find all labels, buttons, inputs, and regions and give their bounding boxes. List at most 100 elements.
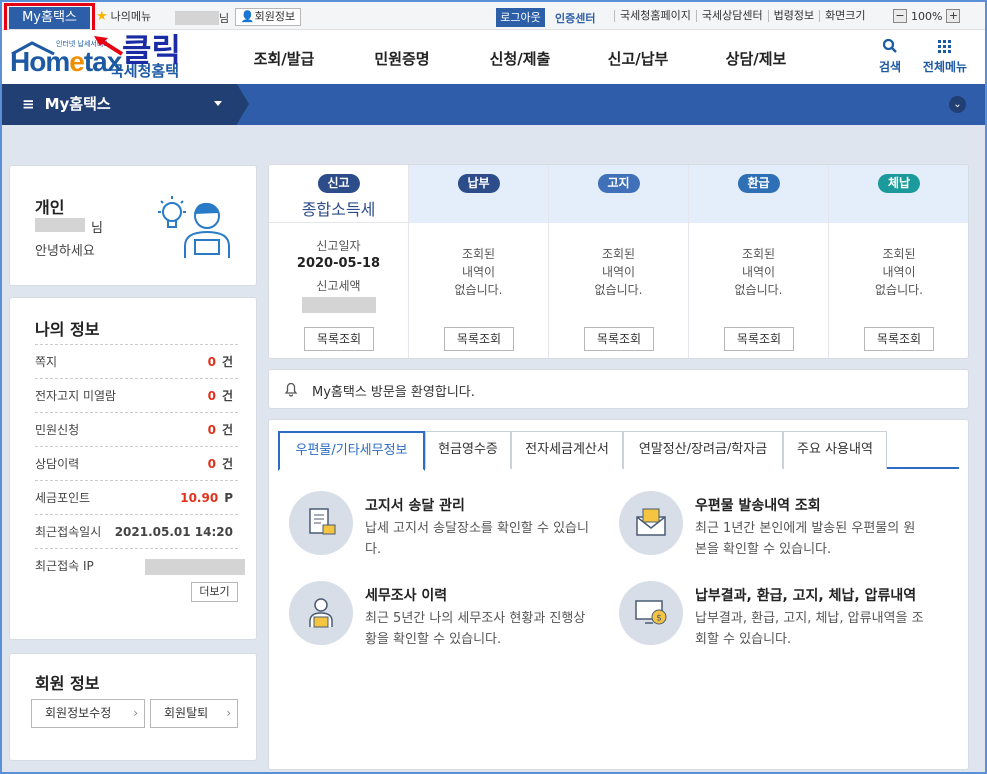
my-menu-link[interactable]: ★ 나의메뉴 <box>96 9 151 25</box>
badge-arrears: 체납 <box>877 174 921 193</box>
svg-text:$: $ <box>656 614 662 624</box>
bar-arrow-decoration <box>237 84 249 124</box>
list-button-payment[interactable]: 목록조회 <box>444 327 514 351</box>
star-icon: ★ <box>96 9 108 24</box>
profile-card: 개인 님 안녕하세요 <box>9 165 257 286</box>
withdraw-button[interactable]: 회원탈퇴 › <box>150 699 238 728</box>
nav-item-application[interactable]: 신청/제출 <box>461 30 579 84</box>
zoom-control: − 100% + <box>893 9 961 23</box>
info-row-last-login: 최근접속일시 2021.05.01 14:20 <box>35 514 238 548</box>
grid-icon <box>918 38 972 58</box>
list-button-notice[interactable]: 목록조회 <box>584 327 654 351</box>
member-type: 개인 <box>35 198 65 217</box>
service-title: 세무조사 이력 <box>365 588 448 604</box>
ip-redacted <box>145 559 245 575</box>
member-info-label: 회원정보 <box>254 10 296 23</box>
tab-cash-receipt[interactable]: 현금영수증 <box>425 431 511 469</box>
zoom-out-button[interactable]: − <box>893 9 907 23</box>
badge-payment: 납부 <box>457 174 500 193</box>
utility-links: 국세청홈페이지 국세상담센터 법령정보 화면크기 <box>614 10 871 22</box>
my-info-card: 나의 정보 쪽지 0 건 전자고지 미열람 0 건 민원신청 0 건 상담이력 0 건 세금포인… <box>9 297 257 640</box>
greeting: 안녕하세요 <box>35 244 95 259</box>
person-icon: 👤 <box>240 10 255 23</box>
service-title: 납부결과, 환급, 고지, 체납, 압류내역 <box>695 588 917 604</box>
list-button-refund[interactable]: 목록조회 <box>724 327 794 351</box>
filing-amount-label: 신고세액 <box>316 279 361 293</box>
name-suffix: 님 <box>91 221 103 236</box>
info-row-civil-request[interactable]: 민원신청 0 건 <box>35 412 238 446</box>
chevron-right-icon: › <box>133 706 138 720</box>
status-col-arrears: 체납 조회된 내역이 없습니다. 목록조회 <box>829 165 968 358</box>
search-label: 검색 <box>878 60 902 74</box>
status-col-filing: 신고 종합소득세 신고일자 2020-05-18 신고세액 목록조회 <box>269 165 409 358</box>
service-tabs: 우편물/기타세무정보 현금영수증 전자세금계산서 연말정산/장려금/학자금 주요… <box>278 431 959 471</box>
service-title: 우편물 발송내역 조회 <box>695 498 821 514</box>
link-law-info[interactable]: 법령정보 <box>767 10 819 22</box>
all-menu-button[interactable]: 전체메뉴 <box>918 38 972 75</box>
more-button[interactable]: 더보기 <box>191 582 238 602</box>
info-row-last-ip: 최근접속 IP <box>35 548 245 582</box>
chevron-right-icon: › <box>226 706 231 720</box>
utility-bar: My홈택스 ★ 나의메뉴 님 👤회원정보 로그아웃 인증센터 국세청홈페이지 국세… <box>0 0 987 33</box>
click-annotation: 클릭 <box>122 31 181 69</box>
zoom-in-button[interactable]: + <box>946 9 961 23</box>
document-icon <box>289 491 353 555</box>
nav-item-filing[interactable]: 신고/납부 <box>579 30 697 84</box>
badge-filing: 신고 <box>317 174 360 193</box>
nav-item-consult[interactable]: 상담/제보 <box>697 30 815 84</box>
site-header: 인터넷 납세서비스 Hometax 국세청홈택스 조회/발급 민원증명 신청/제… <box>0 30 987 101</box>
link-consult-center[interactable]: 국세상담센터 <box>695 10 768 22</box>
member-info-title: 회원 정보 <box>35 674 100 693</box>
info-row-message[interactable]: 쪽지 0 건 <box>35 344 238 378</box>
list-button-filing[interactable]: 목록조회 <box>304 327 374 351</box>
my-info-title: 나의 정보 <box>35 320 100 339</box>
tab-mail-tax-info[interactable]: 우편물/기타세무정보 <box>278 431 425 471</box>
list-button-arrears[interactable]: 목록조회 <box>864 327 934 351</box>
all-menu-label: 전체메뉴 <box>922 60 968 74</box>
filing-date: 2020-05-18 <box>296 256 381 271</box>
my-hometax-menu-button[interactable]: ≡ My홈택스 <box>0 84 237 125</box>
nav-item-inquiry[interactable]: 조회/발급 <box>225 30 343 84</box>
nav-item-certificate[interactable]: 민원증명 <box>343 30 461 84</box>
edit-member-button[interactable]: 회원정보수정 › <box>31 699 145 728</box>
user-suffix: 님 <box>219 12 230 25</box>
welcome-notice: My홈택스 방문을 환영합니다. <box>268 369 969 409</box>
hamburger-icon: ≡ <box>22 95 35 113</box>
logout-button[interactable]: 로그아웃 <box>496 8 545 27</box>
service-title: 고지서 송달 관리 <box>365 498 465 514</box>
my-hometax-bar: ≡ My홈택스 ⌄ <box>0 84 987 125</box>
link-screen-size: 화면크기 <box>819 10 870 22</box>
tab-usage-history[interactable]: 주요 사용내역 <box>783 431 887 469</box>
info-row-unread-notice[interactable]: 전자고지 미열람 0 건 <box>35 378 238 412</box>
info-row-consult-history[interactable]: 상담이력 0 건 <box>35 446 238 480</box>
badge-notice: 고지 <box>597 174 640 193</box>
chevron-down-icon <box>214 101 222 106</box>
link-nts-homepage[interactable]: 국세청홈페이지 <box>614 10 696 22</box>
service-desc: 납세 고지서 송달장소를 확인할 수 있습니다. <box>365 521 589 557</box>
status-col-notice: 고지 조회된 내역이 없습니다. 목록조회 <box>549 165 689 358</box>
collapse-button[interactable]: ⌄ <box>949 96 966 113</box>
tab-e-tax-invoice[interactable]: 전자세금계산서 <box>511 431 623 469</box>
welcome-text: My홈택스 방문을 환영합니다. <box>312 385 475 400</box>
status-col-payment: 납부 조회된 내역이 없습니다. 목록조회 <box>409 165 549 358</box>
tax-status-panel: 신고 종합소득세 신고일자 2020-05-18 신고세액 목록조회 납부 조회된… <box>268 164 969 359</box>
my-menu-label: 나의메뉴 <box>110 10 152 23</box>
cert-center-link[interactable]: 인증센터 <box>555 10 595 26</box>
tab-year-end-settlement[interactable]: 연말정산/장려금/학자금 <box>623 431 783 469</box>
user-name-redacted <box>175 11 219 25</box>
service-notice-delivery[interactable]: 고지서 송달 관리 납세 고지서 송달장소를 확인할 수 있습니다. <box>289 491 609 571</box>
monitor-money-icon: $ <box>619 581 683 645</box>
badge-refund: 환급 <box>737 174 780 193</box>
click-highlight-box <box>4 3 95 33</box>
info-row-tax-points[interactable]: 세금포인트 10.90 P <box>35 480 238 514</box>
service-mail-history[interactable]: 우편물 발송내역 조회 최근 1년간 본인에게 발송된 우편물의 원본을 확인할… <box>619 491 939 571</box>
header-search-button[interactable]: 검색 <box>870 38 910 75</box>
service-tax-audit[interactable]: 세무조사 이력 최근 5년간 나의 세무조사 현황과 진행상황을 확인할 수 있… <box>289 581 609 661</box>
service-desc: 최근 5년간 나의 세무조사 현황과 진행상황을 확인할 수 있습니다. <box>365 611 586 647</box>
user-name-redacted <box>35 218 85 232</box>
member-info-button[interactable]: 👤회원정보 <box>235 8 301 26</box>
service-payment-results[interactable]: $ 납부결과, 환급, 고지, 체납, 압류내역 납부결과, 환급, 고지, 체… <box>619 581 939 661</box>
zoom-value: 100% <box>911 9 943 23</box>
search-icon <box>870 38 910 58</box>
main-nav: 조회/발급 민원증명 신청/제출 신고/납부 상담/제보 <box>225 30 815 84</box>
